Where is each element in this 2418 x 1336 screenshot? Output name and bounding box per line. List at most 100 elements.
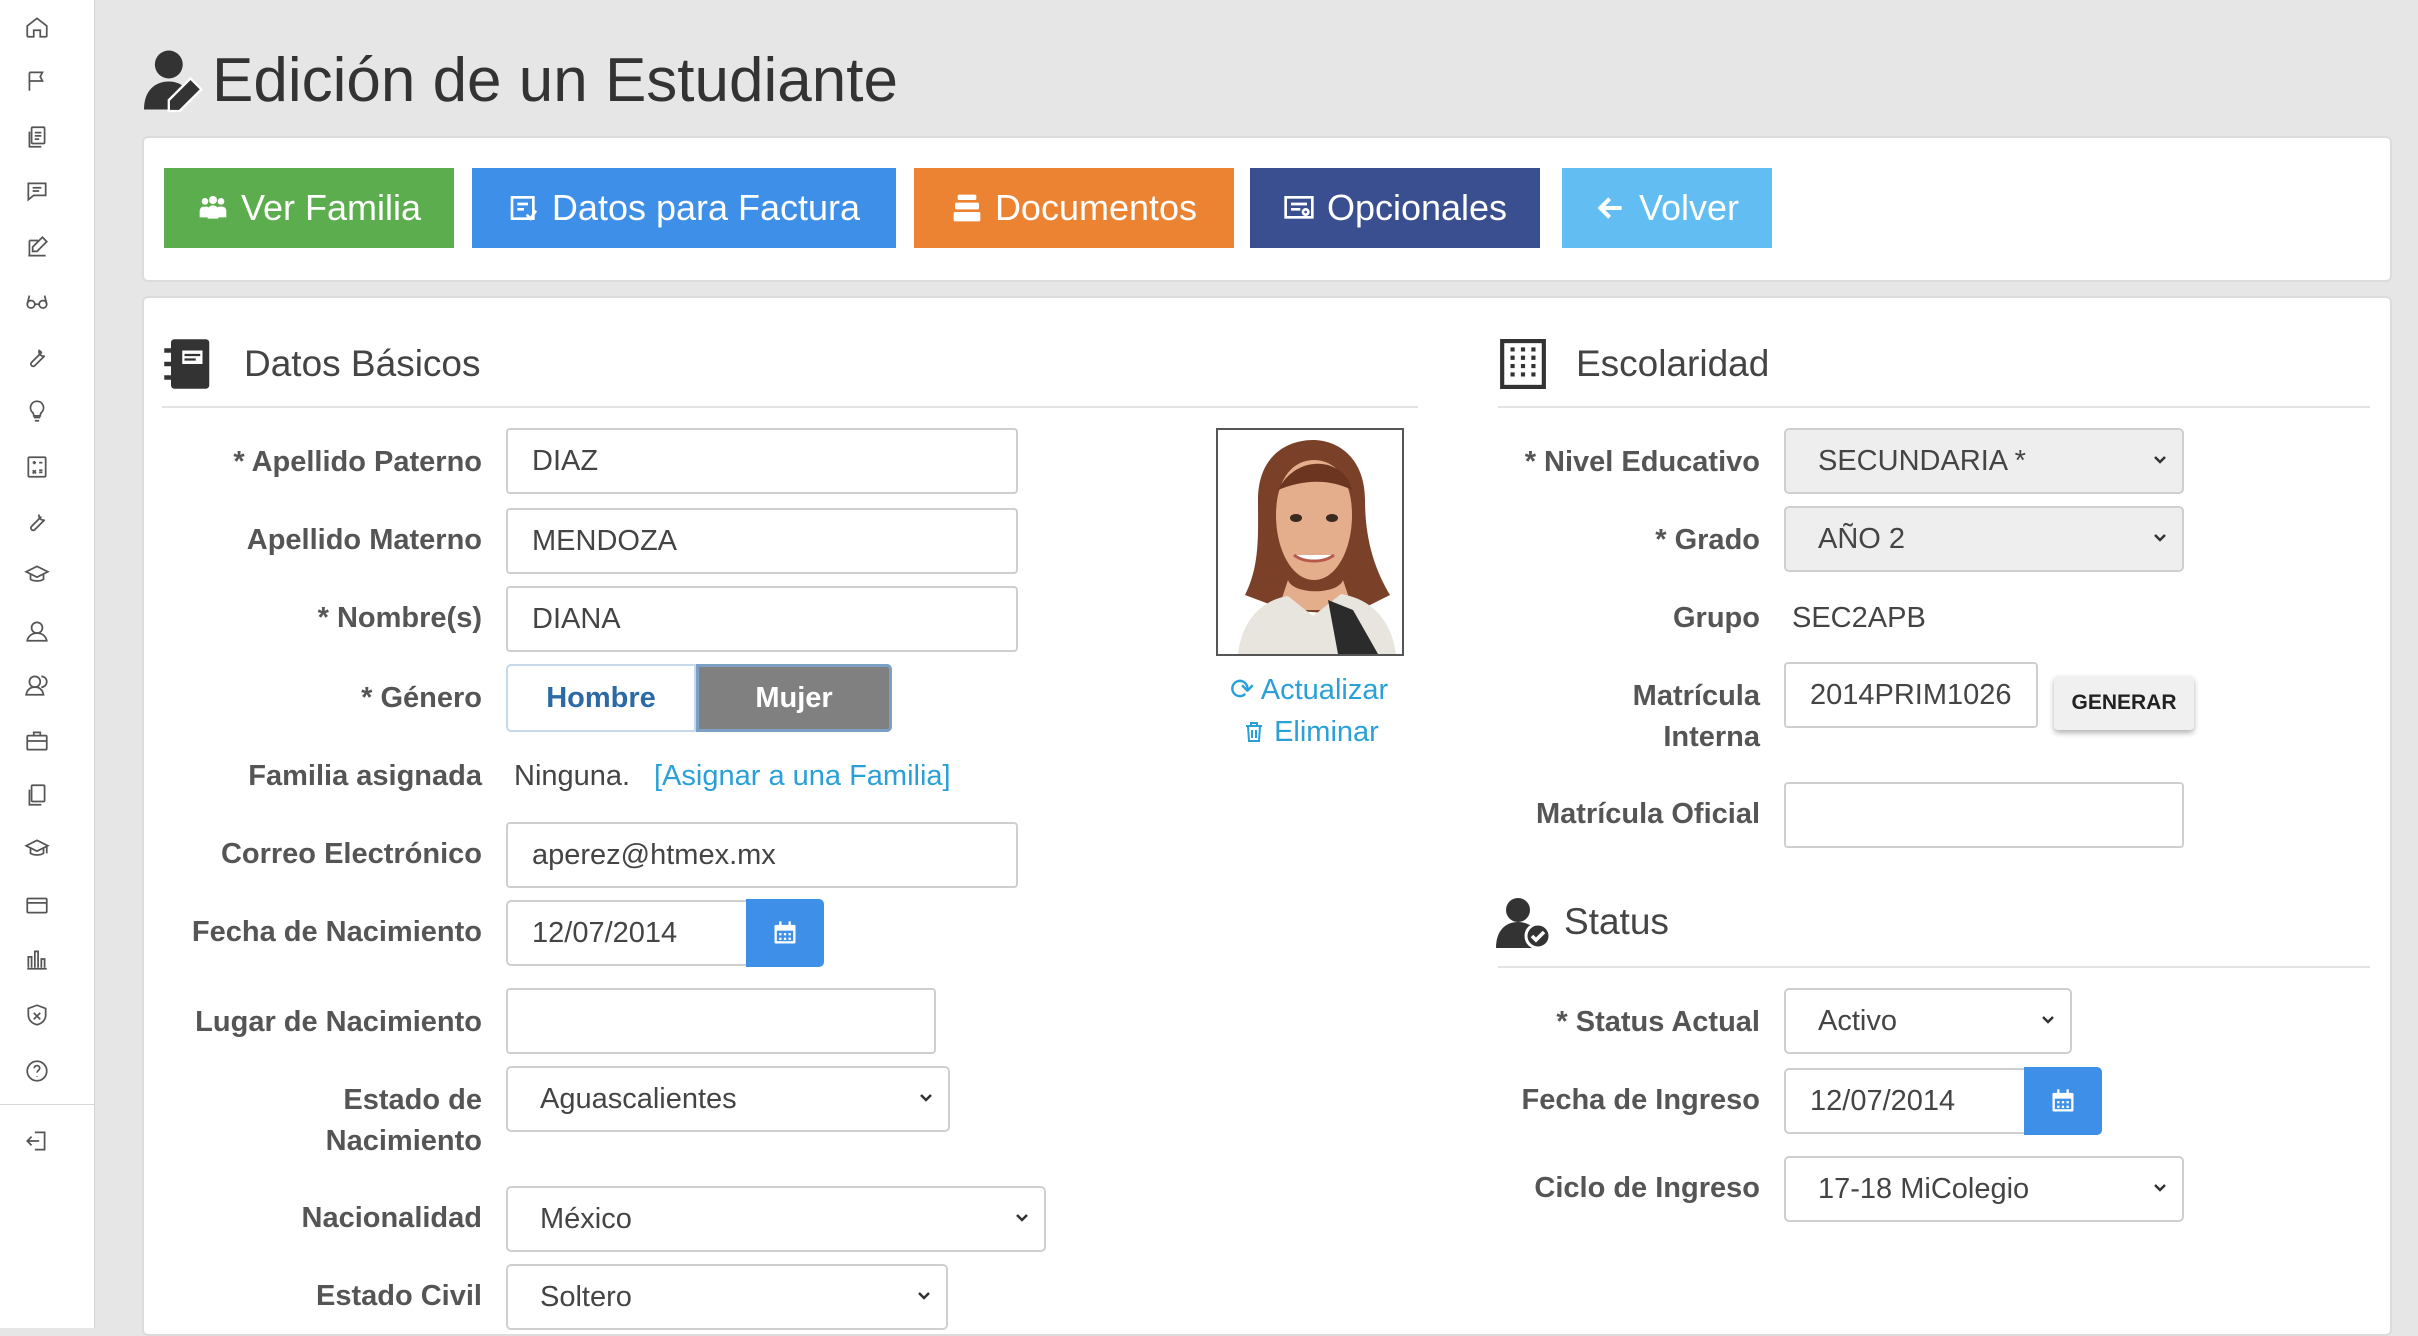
wrench-icon[interactable]	[22, 342, 52, 372]
apellido-materno-value: MENDOZA	[532, 524, 677, 557]
fecha-nacimiento-label: Fecha de Nacimiento	[191, 916, 482, 948]
ciclo-ingreso-value: 17-18 MiColegio	[1818, 1172, 2030, 1205]
apellido-materno-label: Apellido Materno	[246, 524, 482, 556]
toolbar-panel: Ver Familia Datos para Factura Documento…	[142, 136, 2392, 282]
bar-chart-icon[interactable]	[22, 944, 52, 974]
trash-icon	[1246, 722, 1262, 742]
lugar-nacimiento-input[interactable]	[506, 988, 936, 1054]
credit-card-icon[interactable]	[22, 890, 52, 920]
grado-value: AÑO 2	[1818, 522, 1906, 555]
sidebar	[0, 0, 95, 1328]
family-icon	[199, 196, 227, 219]
building-icon	[1500, 339, 1546, 389]
documents-stack-icon	[953, 194, 981, 222]
matricula-oficial-label: Matrícula Oficial	[1535, 798, 1760, 830]
chevron-down-icon	[1016, 1214, 1028, 1222]
home-icon[interactable]	[22, 12, 52, 42]
genero-hombre-option[interactable]: Hombre	[506, 664, 696, 732]
fecha-nacimiento-calendar-button[interactable]	[746, 899, 824, 967]
eliminar-photo-link[interactable]: Eliminar	[1242, 712, 1379, 753]
grado-select[interactable]: AÑO 2	[1784, 506, 2184, 572]
volver-button[interactable]: Volver	[1562, 168, 1772, 248]
correo-label: Correo Electrónico	[220, 838, 482, 870]
escolaridad-divider	[1498, 406, 2370, 408]
fecha-ingreso-input[interactable]: 12/07/2014	[1784, 1068, 2026, 1134]
documents-icon[interactable]	[22, 122, 52, 152]
arrow-left-icon	[1597, 197, 1622, 219]
nacionalidad-select[interactable]: México	[506, 1186, 1046, 1252]
escolaridad-header: Escolaridad	[1498, 336, 1769, 392]
calculator-icon[interactable]	[22, 452, 52, 482]
correo-input[interactable]: aperez@htmex.mx	[506, 822, 1018, 888]
apellido-paterno-input[interactable]: DIAZ	[506, 428, 1018, 494]
documentos-label: Documentos	[994, 187, 1198, 228]
generar-button[interactable]: GENERAR	[2054, 676, 2194, 730]
briefcase-icon[interactable]	[22, 726, 52, 756]
shield-icon[interactable]	[22, 1000, 52, 1030]
flag-icon[interactable]	[22, 66, 52, 96]
genero-mujer-option[interactable]: Mujer	[696, 664, 892, 732]
files-icon[interactable]	[22, 780, 52, 810]
logout-icon[interactable]	[22, 1126, 52, 1156]
tools-icon[interactable]	[22, 506, 52, 536]
chevron-down-icon	[918, 1292, 930, 1300]
datos-basicos-title: Datos Básicos	[244, 343, 481, 384]
ciclo-ingreso-select[interactable]: 17-18 MiColegio	[1784, 1156, 2184, 1222]
nombres-value: DIANA	[532, 602, 621, 635]
datos-factura-button[interactable]: Datos para Factura	[472, 168, 896, 248]
status-actual-value: Activo	[1818, 1004, 1897, 1037]
glasses-icon[interactable]	[22, 286, 52, 316]
nivel-educativo-value: SECUNDARIA *	[1818, 444, 2026, 477]
user-headset-icon[interactable]	[22, 616, 52, 646]
estado-civil-select[interactable]: Soltero	[506, 1264, 948, 1330]
status-header: Status	[1496, 894, 1669, 950]
matricula-oficial-input[interactable]	[1784, 782, 2184, 848]
ver-familia-button[interactable]: Ver Familia	[164, 168, 454, 248]
chevron-down-icon	[2042, 1016, 2054, 1024]
nacionalidad-value: México	[540, 1202, 632, 1235]
documentos-button[interactable]: Documentos	[914, 168, 1234, 248]
apellido-materno-input[interactable]: MENDOZA	[506, 508, 1018, 574]
chevron-down-icon	[2154, 456, 2166, 464]
actualizar-photo-link[interactable]: ⟳ Actualizar	[1230, 670, 1388, 711]
familia-label: Familia asignada	[248, 760, 482, 792]
estado-nacimiento-label-line1: Estado de	[343, 1084, 482, 1116]
opcionales-label: Opcionales	[1326, 187, 1508, 228]
estado-nacimiento-value: Aguascalientes	[540, 1082, 737, 1115]
status-actual-select[interactable]: Activo	[1784, 988, 2072, 1054]
familia-value: Ninguna.	[514, 760, 631, 792]
fecha-ingreso-calendar-button[interactable]	[2024, 1067, 2102, 1135]
datos-factura-label: Datos para Factura	[551, 187, 861, 228]
nacionalidad-label: Nacionalidad	[301, 1202, 483, 1234]
nombres-label: * Nombre(s)	[317, 602, 482, 634]
help-icon[interactable]	[22, 1056, 52, 1086]
ver-familia-label: Ver Familia	[240, 187, 422, 228]
graduation-cap-icon[interactable]	[22, 560, 52, 590]
fecha-nacimiento-input[interactable]: 12/07/2014	[506, 900, 748, 966]
chat-icon[interactable]	[22, 176, 52, 206]
ciclo-ingreso-label: Ciclo de Ingreso	[1534, 1172, 1760, 1204]
edit-icon[interactable]	[22, 232, 52, 262]
grupo-label: Grupo	[1673, 602, 1760, 634]
matricula-interna-value: 2014PRIM1026	[1810, 678, 2012, 711]
lugar-nacimiento-label: Lugar de Nacimiento	[195, 1006, 482, 1038]
certificate-icon	[1284, 196, 1314, 219]
opcionales-button[interactable]: Opcionales	[1250, 168, 1540, 248]
fecha-ingreso-label: Fecha de Ingreso	[1521, 1084, 1760, 1116]
nivel-educativo-select[interactable]: SECUNDARIA *	[1784, 428, 2184, 494]
nombres-input[interactable]: DIANA	[506, 586, 1018, 652]
genero-label: * Género	[361, 682, 482, 714]
fecha-ingreso-value: 12/07/2014	[1810, 1084, 1956, 1117]
users-icon[interactable]	[22, 670, 52, 700]
mortarboard-icon[interactable]	[22, 834, 52, 864]
estado-nacimiento-select[interactable]: Aguascalientes	[506, 1066, 950, 1132]
lightbulb-icon[interactable]	[22, 396, 52, 426]
address-book-icon	[164, 339, 210, 389]
asignar-familia-link[interactable]: [Asignar a una Familia]	[654, 756, 951, 797]
status-divider	[1498, 966, 2370, 968]
chevron-down-icon	[2154, 534, 2166, 542]
correo-value: aperez@htmex.mx	[532, 838, 776, 871]
matricula-interna-input[interactable]: 2014PRIM1026	[1784, 662, 2038, 728]
estado-nacimiento-label: Estado de Nacimiento	[160, 1080, 482, 1162]
apellido-paterno-label: * Apellido Paterno	[233, 446, 482, 478]
